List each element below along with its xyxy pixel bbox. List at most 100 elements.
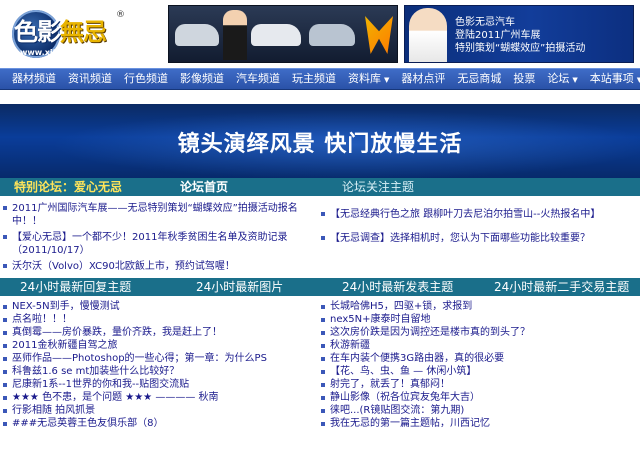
topic-link[interactable]: nex5N+康泰时自留地	[320, 313, 638, 326]
topic-title: 行影相随 拍风抓景	[12, 405, 96, 416]
topic-link[interactable]: 沃尔沃（Volvo）XC90北欧飯上市，预约试驾喔！	[2, 260, 318, 273]
car-image	[309, 24, 355, 46]
slogan-banner: 镜头演绎风景 快门放慢生活	[0, 104, 640, 178]
nav-item[interactable]: 玩主频道	[286, 68, 342, 90]
nav-item-label: 器材频道	[12, 72, 56, 85]
topic-title: 我在无忌的第一篇主题帖，川西记忆	[330, 418, 490, 429]
topic-title: 巫师作品——Photoshop的一些心得；第一章：为什么PS	[12, 353, 267, 364]
topic-title: nex5N+康泰时自留地	[330, 314, 431, 325]
nav-item[interactable]: 无忌商城	[451, 68, 507, 90]
topic-link[interactable]: 射完了，就丢了！真郁闷！	[320, 378, 638, 391]
nav-item-label: 论坛	[547, 72, 570, 85]
bullet-icon	[321, 236, 325, 240]
focus-topic-list: 【无忌经典行色之旅 跟柳叶刀去尼泊尔拍雪山--火热报名中】 【无忌调查】选择相机时…	[320, 208, 638, 256]
tab-latest-replies[interactable]: 24小时最新回复主题	[0, 278, 174, 296]
nav-item-label: 汽车频道	[236, 72, 280, 85]
topic-title: 【无忌调查】选择相机时，您认为下面哪些功能比较重要？	[330, 233, 590, 244]
topic-link[interactable]: NEX-5N到手，慢慢测试	[2, 300, 318, 313]
topic-title: 秋游新疆	[330, 340, 370, 351]
nav-item[interactable]: 投票	[507, 68, 541, 90]
bullet-icon	[321, 396, 325, 400]
topic-link[interactable]: 科鲁兹1.6 se mt加装些什么比较好？	[2, 365, 318, 378]
topic-title: 科鲁兹1.6 se mt加装些什么比较好？	[12, 366, 180, 377]
topic-link[interactable]: 这次房价跌是因为调控还是楼市真的到头了？	[320, 326, 638, 339]
nav-item-label: 影像频道	[180, 72, 224, 85]
bullet-icon	[321, 331, 325, 335]
nav-item[interactable]: 资讯频道	[62, 68, 118, 90]
nav-item[interactable]: 器材频道	[6, 68, 62, 90]
topic-link[interactable]: 【无忌经典行色之旅 跟柳叶刀去尼泊尔拍雪山--火热报名中】	[320, 208, 638, 221]
logo-wordmark: 色影無忌	[14, 12, 107, 52]
special-forum-list: 2011广州国际汽车展——无忌特别策划“蝴蝶效应”拍摄活动报名中！！ 【爱心无忌】…	[2, 202, 318, 276]
special-forum-link[interactable]: 特别论坛：爱心无忌	[0, 178, 170, 196]
bullet-icon	[3, 206, 7, 210]
topic-title: 射完了，就丢了！真郁闷！	[330, 379, 450, 390]
model-image	[223, 10, 247, 60]
topic-title: 这次房价跌是因为调控还是楼市真的到头了？	[330, 327, 530, 338]
topic-link[interactable]: 徕吧...(R镜贴图交流：第九期)	[320, 404, 638, 417]
bullet-icon	[3, 318, 7, 322]
latest-replies-list: NEX-5N到手，慢慢测试 点名啦！！！ 真倒霉——房价暴跌，量价齐跌，我是赶上了！…	[2, 300, 318, 430]
main-nav: 器材频道 资讯频道 行色频道 影像频道 汽车频道 玩主频道 资料库 ▼ 器材点评 无忌商城 投票 论坛…	[0, 68, 640, 90]
topic-title: 尼康新1系--1世界的你和我--贴图交流贴	[12, 379, 190, 390]
nav-item[interactable]: 汽车频道	[230, 68, 286, 90]
topic-link[interactable]: 行影相随 拍风抓景	[2, 404, 318, 417]
bullet-icon	[3, 370, 7, 374]
tab-latest-posts[interactable]: 24小时最新发表主题	[330, 278, 490, 296]
bullet-icon	[321, 344, 325, 348]
tab-latest-images[interactable]: 24小时最新图片	[174, 278, 330, 296]
topic-link[interactable]: 静山影像（祝各位宾友兔年大吉）	[320, 391, 638, 404]
tab-latest-trades[interactable]: 24小时最新二手交易主题	[490, 278, 640, 296]
topic-link[interactable]: 【无忌调查】选择相机时，您认为下面哪些功能比较重要？	[320, 232, 638, 245]
topic-link[interactable]: 巫师作品——Photoshop的一些心得；第一章：为什么PS	[2, 352, 318, 365]
topic-link[interactable]: 2011广州国际汽车展——无忌特别策划“蝴蝶效应”拍摄活动报名中！！	[2, 202, 318, 228]
bullet-icon	[321, 212, 325, 216]
topic-title: ###无忌英蓉王色友俱乐部（8）	[12, 418, 164, 429]
site-logo[interactable]: 色影無忌 ® www.xitek.com	[6, 4, 126, 64]
topic-link[interactable]: 2011金秋新疆自驾之旅	[2, 339, 318, 352]
topic-link[interactable]: ###无忌英蓉王色友俱乐部（8）	[2, 417, 318, 430]
bullet-icon	[3, 396, 7, 400]
registered-mark: ®	[116, 10, 125, 20]
forum-home-link[interactable]: 论坛首页	[170, 178, 320, 196]
topic-title: 【无忌经典行色之旅 跟柳叶刀去尼泊尔拍雪山--火热报名中】	[330, 209, 601, 220]
slogan-text: 镜头演绎风景 快门放慢生活	[177, 132, 463, 157]
site-header: 色影無忌 ® www.xitek.com 色影无忌汽车 登陆2011广州车展 特…	[0, 0, 640, 68]
butterfly-icon	[365, 16, 393, 54]
nav-item[interactable]: 论坛 ▼	[541, 68, 583, 90]
nav-item[interactable]: 本站事项 ▼	[584, 68, 640, 90]
topic-title: 点名啦！！！	[12, 314, 72, 325]
bullet-icon	[321, 357, 325, 361]
model-image	[409, 8, 447, 62]
bullet-icon	[3, 383, 7, 387]
nav-item[interactable]: 影像频道	[174, 68, 230, 90]
topic-link[interactable]: 秋游新疆	[320, 339, 638, 352]
topic-link[interactable]: 点名啦！！！	[2, 313, 318, 326]
topic-link[interactable]: 尼康新1系--1世界的你和我--贴图交流贴	[2, 378, 318, 391]
promo-banner-cars[interactable]	[168, 5, 398, 63]
logo-text-b: 無忌	[60, 17, 107, 46]
nav-item-label: 无忌商城	[457, 72, 502, 85]
topic-link[interactable]: ★★★ 色不患，是个问题 ★★★ ———— 秋南	[2, 391, 318, 404]
nav-item-label: 资讯频道	[68, 72, 112, 85]
topic-title: 静山影像（祝各位宾友兔年大吉）	[330, 392, 480, 403]
promo-banner-autoshow[interactable]: 色影无忌汽车 登陆2011广州车展 特别策划“蝴蝶效应”拍摄活动	[404, 5, 634, 63]
nav-item-label: 资料库	[348, 72, 381, 85]
topic-link[interactable]: 长城哈佛H5，四驱+锁，求报到	[320, 300, 638, 313]
topic-link[interactable]: 【爱心无忌】一个都不少！2011年秋季贫困生名单及资助记录（2011/10/17…	[2, 231, 318, 257]
topic-link[interactable]: 在车内装个便携3G路由器，真的很必要	[320, 352, 638, 365]
nav-item-label: 行色频道	[124, 72, 168, 85]
nav-item[interactable]: 资料库 ▼	[342, 68, 395, 90]
topic-title: 2011金秋新疆自驾之旅	[12, 340, 118, 351]
bullet-icon	[321, 409, 325, 413]
topic-title: 徕吧...(R镜贴图交流：第九期)	[330, 405, 465, 416]
banner-text: 色影无忌汽车 登陆2011广州车展 特别策划“蝴蝶效应”拍摄活动	[455, 16, 631, 55]
nav-item[interactable]: 行色频道	[118, 68, 174, 90]
bullet-icon	[321, 318, 325, 322]
topic-link[interactable]: 我在无忌的第一篇主题帖，川西记忆	[320, 417, 638, 430]
banner-line-1: 色影无忌汽车	[455, 17, 515, 28]
logo-url: www.xitek.com	[20, 48, 89, 57]
topic-link[interactable]: 【花、鸟、虫、鱼 — 休闲小筑】	[320, 365, 638, 378]
topic-link[interactable]: 真倒霉——房价暴跌，量价齐跌，我是赶上了！	[2, 326, 318, 339]
nav-item[interactable]: 器材点评	[395, 68, 451, 90]
